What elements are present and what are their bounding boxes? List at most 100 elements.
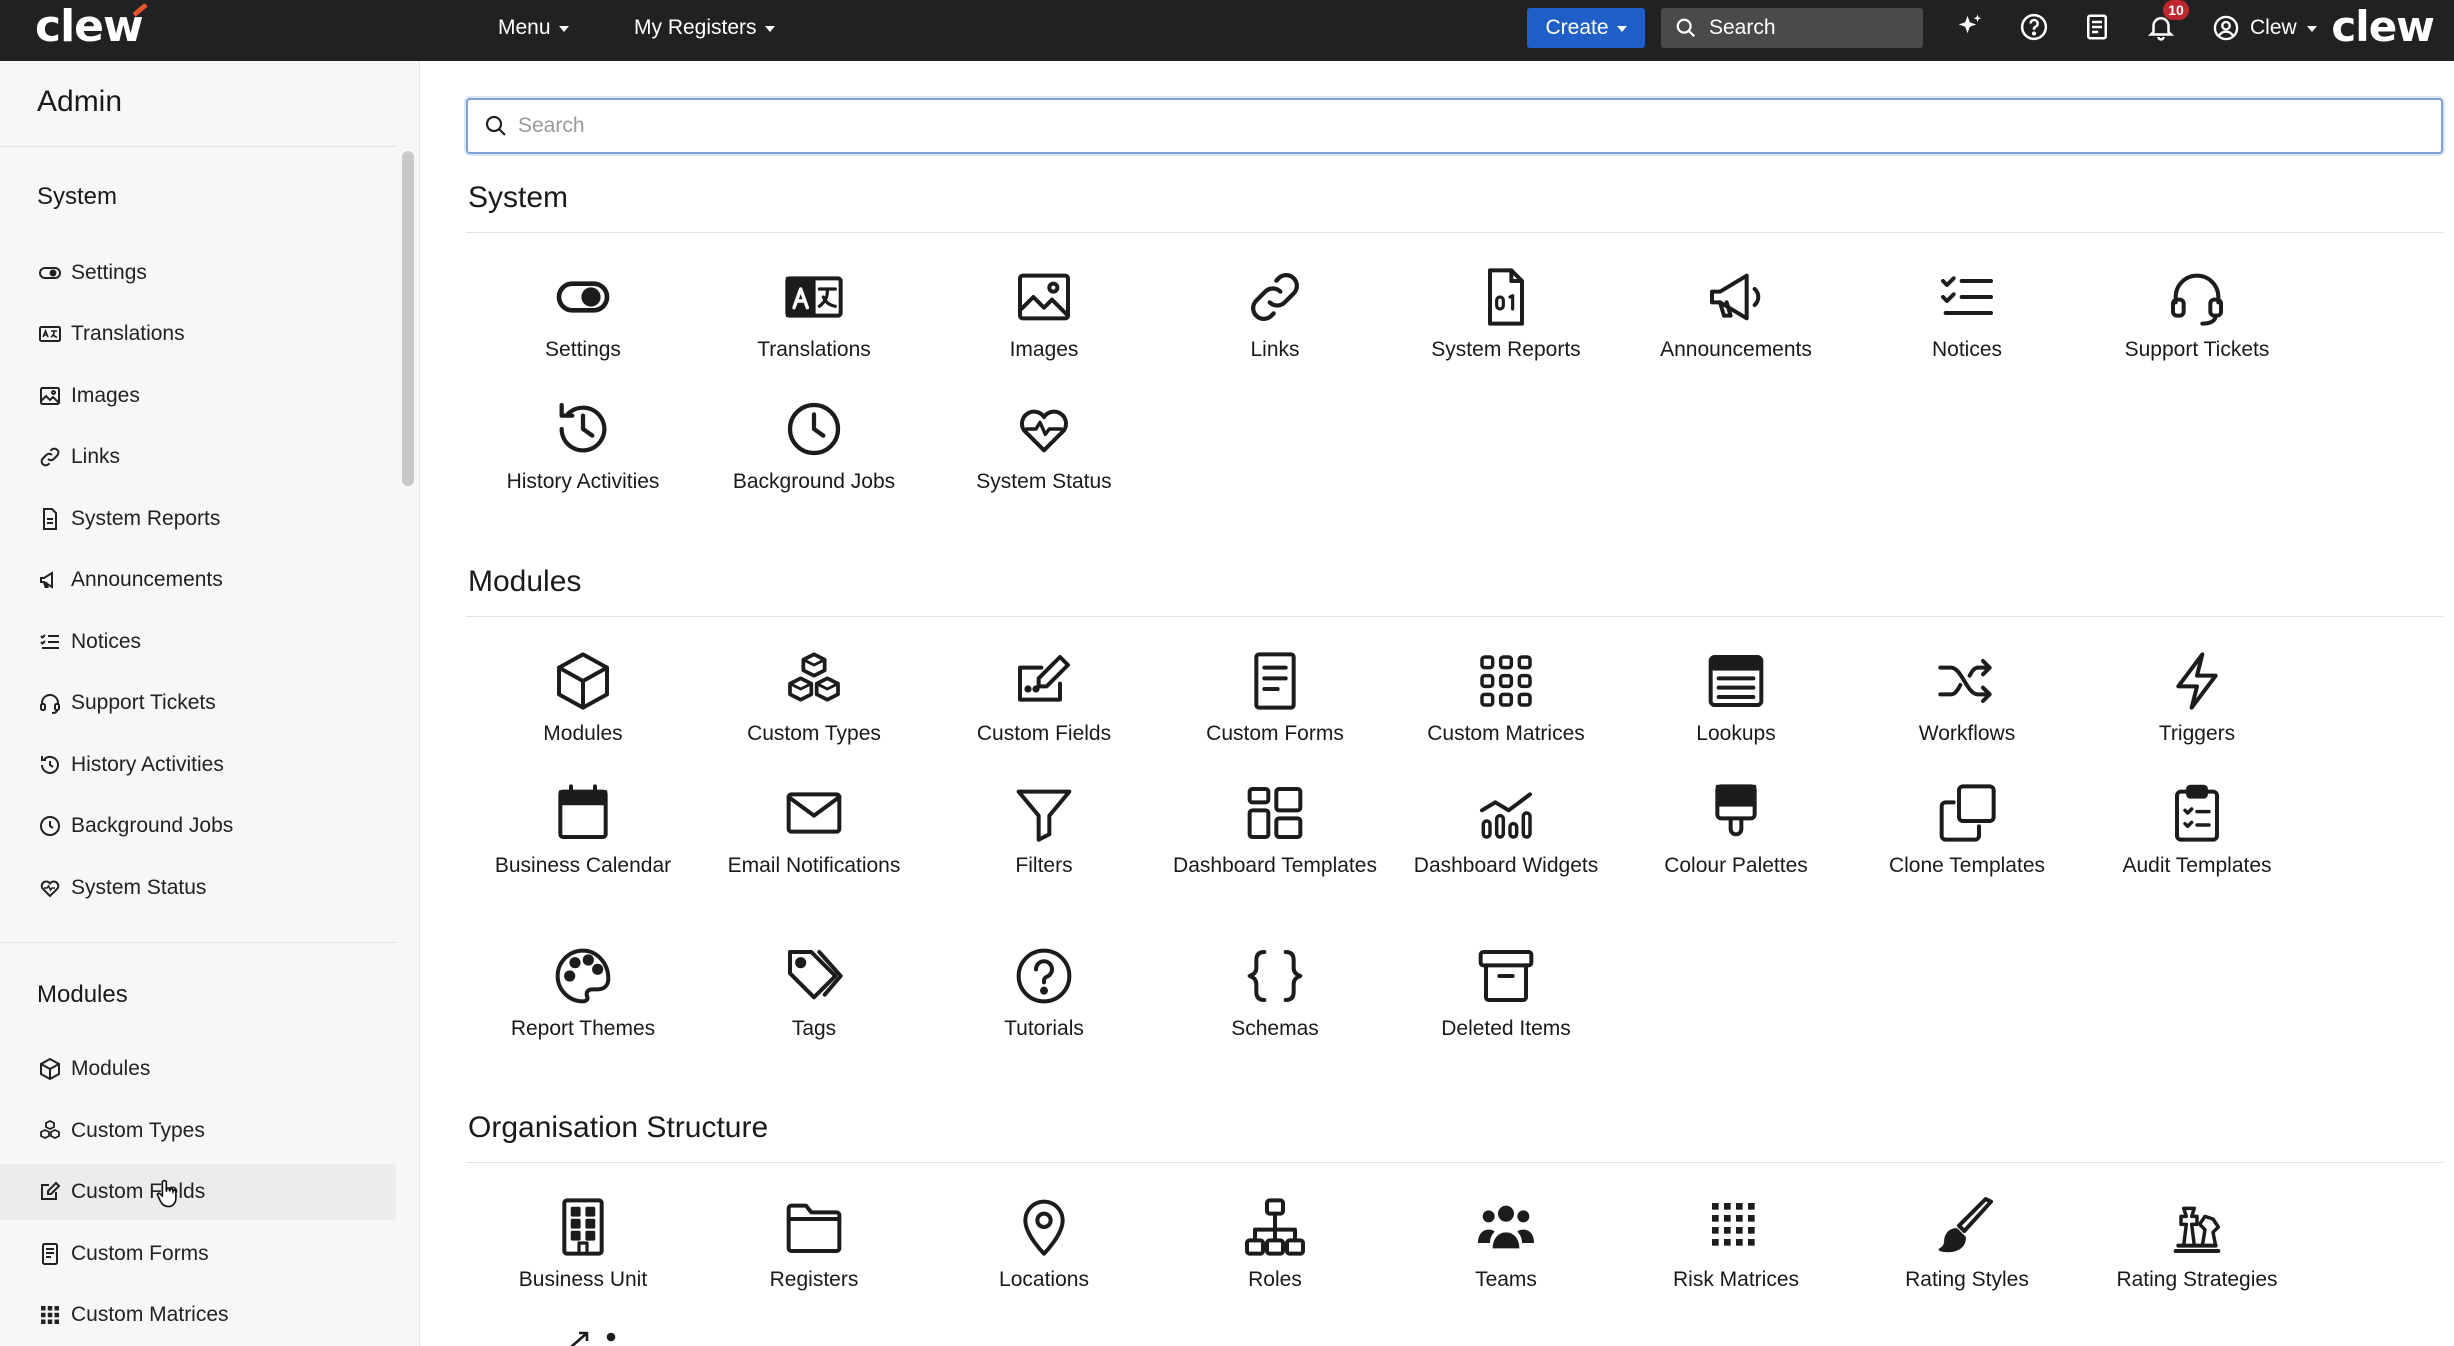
tile-translations[interactable]: Translations <box>699 265 929 365</box>
sidebar-item-label: Settings <box>71 261 147 284</box>
sidebar-item-history-activities[interactable]: History Activities <box>0 737 396 793</box>
sidebar-item-system-reports[interactable]: System Reports <box>0 491 396 547</box>
tile-label: Tags <box>791 1017 837 1040</box>
notes-icon[interactable] <box>2080 10 2114 44</box>
tile-custom-matrices[interactable]: Custom Matrices <box>1391 649 1621 749</box>
tile-system-reports[interactable]: System Reports <box>1391 265 1621 365</box>
tile-notices[interactable]: Notices <box>1852 265 2082 365</box>
tile-email-notifications[interactable]: Email Notifications <box>699 781 929 881</box>
tile-clone-templates[interactable]: Clone Templates <box>1852 781 2082 881</box>
tile-label: Teams <box>1475 1268 1537 1291</box>
sidebar-section-system: System <box>37 183 118 210</box>
section-title-organisation-structure: Organisation Structure <box>468 1111 769 1144</box>
tile-tags[interactable]: Tags <box>699 944 929 1044</box>
tile-system-status[interactable]: System Status <box>929 397 1159 497</box>
clew-logo[interactable]: clew <box>35 2 150 49</box>
tile-label: Custom Fields <box>976 722 1112 745</box>
tile-support-tickets[interactable]: Support Tickets <box>2082 265 2312 365</box>
notification-badge: 10 <box>2163 0 2189 20</box>
heart-pulse-icon <box>40 880 60 898</box>
calendar-icon <box>558 784 608 839</box>
sidebar-item-label: Notices <box>71 630 142 653</box>
tile-images[interactable]: Images <box>929 265 1159 365</box>
image-icon <box>40 387 60 405</box>
sidebar-item-background-jobs[interactable]: Background Jobs <box>0 798 396 854</box>
tile-label: Tutorials <box>1004 1017 1084 1040</box>
lookup-list-icon <box>1708 655 1764 707</box>
tile-colour-palettes[interactable]: Colour Palettes <box>1621 781 1851 881</box>
tile-dashboard-widgets[interactable]: Dashboard Widgets <box>1391 781 1621 881</box>
tile-triggers[interactable]: Triggers <box>2082 649 2312 749</box>
tile-lookups[interactable]: Lookups <box>1621 649 1851 749</box>
tile-business-calendar[interactable]: Business Calendar <box>468 781 698 881</box>
sidebar-item-modules[interactable]: Modules <box>0 1041 396 1097</box>
tile-tutorials[interactable]: Tutorials <box>929 944 1159 1044</box>
users-icon <box>1478 1205 1534 1249</box>
tile-risk-matrices[interactable]: Risk Matrices <box>1621 1195 1851 1295</box>
tile-label: Risk Matrices <box>1672 1268 1799 1291</box>
tile-locations[interactable]: Locations <box>929 1195 1159 1295</box>
link-icon <box>40 447 60 467</box>
menu-dropdown[interactable]: Menu <box>498 16 569 40</box>
sidebar-item-links[interactable]: Links <box>0 429 396 485</box>
tile-label: Rating Strategies <box>2116 1268 2278 1291</box>
admin-search-input[interactable] <box>518 114 2318 138</box>
tile-custom-forms[interactable]: Custom Forms <box>1160 649 1390 749</box>
sidebar-item-custom-matrices[interactable]: Custom Matrices <box>0 1287 396 1343</box>
sidebar-item-images[interactable]: Images <box>0 368 396 424</box>
archive-box-icon <box>1478 950 1534 1002</box>
sidebar-item-custom-fields[interactable]: Custom Fields <box>0 1164 396 1220</box>
help-icon[interactable] <box>2017 10 2051 44</box>
tile-schemas[interactable]: Schemas <box>1160 944 1390 1044</box>
sidebar-item-translations[interactable]: Translations <box>0 306 396 362</box>
sidebar-item-settings[interactable]: Settings <box>0 245 396 301</box>
sidebar-item-custom-forms[interactable]: Custom Forms <box>0 1226 396 1282</box>
sidebar-item-notices[interactable]: Notices <box>0 614 396 670</box>
tile-background-jobs[interactable]: Background Jobs <box>699 397 929 497</box>
tile-label: Roles <box>1248 1268 1302 1291</box>
tile-business-unit[interactable]: Business Unit <box>468 1195 698 1295</box>
tile-label: Settings <box>545 338 621 361</box>
tile-registers[interactable]: Registers <box>699 1195 929 1295</box>
tile-custom-types[interactable]: Custom Types <box>699 649 929 749</box>
chart-widget-icon <box>1480 792 1532 839</box>
sidebar-scrollbar[interactable] <box>402 151 414 486</box>
admin-search-box[interactable] <box>466 98 2443 154</box>
tile-report-themes[interactable]: Report Themes <box>468 944 698 1044</box>
cube-icon <box>557 652 609 710</box>
tile-modules[interactable]: Modules <box>468 649 698 749</box>
tile-dashboard-templates[interactable]: Dashboard Templates <box>1160 781 1390 881</box>
sparkle-icon[interactable] <box>1953 10 1987 44</box>
tile-links[interactable]: Links <box>1160 265 1390 365</box>
tile-custom-fields[interactable]: Custom Fields <box>929 649 1159 749</box>
sidebar-item-system-status[interactable]: System Status <box>0 860 396 916</box>
sidebar-item-label: Images <box>71 384 140 407</box>
tile-roles[interactable]: Roles <box>1160 1195 1390 1295</box>
tile-announcements[interactable]: Announcements <box>1621 265 1851 365</box>
clock-icon <box>787 402 841 456</box>
partial-icon <box>570 1331 616 1346</box>
create-button[interactable]: Create <box>1527 8 1645 48</box>
my-registers-dropdown[interactable]: My Registers <box>634 16 775 40</box>
tile-workflows[interactable]: Workflows <box>1852 649 2082 749</box>
tile-rating-strategies[interactable]: Rating Strategies <box>2082 1195 2312 1295</box>
tile-settings[interactable]: Settings <box>468 265 698 365</box>
tile-teams[interactable]: Teams <box>1391 1195 1621 1295</box>
tile-rating-styles[interactable]: Rating Styles <box>1852 1195 2082 1295</box>
tile-label: Custom Types <box>747 722 881 745</box>
heart-pulse-icon <box>1020 409 1068 453</box>
sidebar-section-modules: Modules <box>37 981 128 1008</box>
global-search[interactable]: Search <box>1661 8 1923 48</box>
sidebar-item-custom-types[interactable]: Custom Types <box>0 1103 396 1159</box>
headset-icon <box>2171 273 2223 326</box>
tile-deleted-items[interactable]: Deleted Items <box>1391 944 1621 1044</box>
sidebar-item-announcements[interactable]: Announcements <box>0 552 396 608</box>
tile-audit-templates[interactable]: Audit Templates <box>2082 781 2312 881</box>
tile-label: Clone Templates <box>1888 854 2046 877</box>
tile-history-activities[interactable]: History Activities <box>468 397 698 497</box>
sidebar-item-label: Announcements <box>71 568 223 591</box>
user-menu[interactable]: Clew <box>2212 14 2317 42</box>
tile-filters[interactable]: Filters <box>929 781 1159 881</box>
envelope-icon <box>786 792 842 834</box>
sidebar-item-support-tickets[interactable]: Support Tickets <box>0 675 396 731</box>
